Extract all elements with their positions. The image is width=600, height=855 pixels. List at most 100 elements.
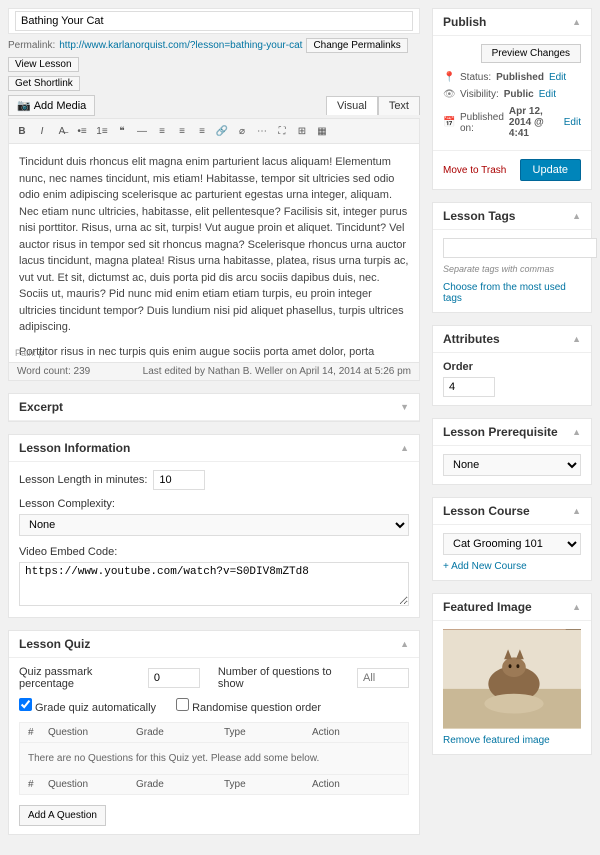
distraction-free-icon[interactable]: ⊞: [293, 122, 311, 140]
view-lesson-button[interactable]: View Lesson: [8, 57, 79, 72]
lesson-quiz-toggle[interactable]: Lesson Quiz ▲: [9, 631, 419, 658]
grade-auto-checkbox[interactable]: [19, 698, 32, 711]
featured-image-thumb[interactable]: [443, 629, 581, 729]
toolbar-toggle-icon[interactable]: ▦: [313, 122, 331, 140]
publish-title: Publish: [443, 15, 486, 29]
get-shortlink-button[interactable]: Get Shortlink: [8, 76, 80, 91]
last-edited: Last edited by Nathan B. Weller on April…: [143, 366, 411, 377]
quiz-table-header: # Question Grade Type Action: [20, 723, 408, 743]
change-permalinks-button[interactable]: Change Permalinks: [306, 38, 407, 53]
remove-featured-link[interactable]: Remove featured image: [443, 735, 581, 746]
title-input-wrap: [8, 8, 420, 34]
editor-path: Path: p: [9, 345, 50, 363]
align-left-icon[interactable]: ≡: [153, 122, 171, 140]
featured-image-title: Featured Image: [443, 600, 532, 614]
status-value: Published: [496, 72, 544, 83]
preview-changes-button[interactable]: Preview Changes: [481, 44, 581, 63]
prereq-toggle[interactable]: Lesson Prerequisite ▲: [433, 419, 591, 446]
camera-icon: 📷: [17, 99, 31, 112]
editor-statusbar: Word count: 239 Last edited by Nathan B.…: [8, 363, 420, 381]
tab-text[interactable]: Text: [378, 96, 420, 115]
align-right-icon[interactable]: ≡: [193, 122, 211, 140]
quiz-num-label: Number of questions to show: [218, 666, 351, 690]
add-question-button[interactable]: Add A Question: [19, 805, 106, 826]
tag-input[interactable]: [443, 238, 597, 258]
lesson-info-toggle[interactable]: Lesson Information ▲: [9, 435, 419, 462]
hr-icon[interactable]: —: [133, 122, 151, 140]
chevron-up-icon: ▲: [400, 443, 409, 453]
lesson-tags-toggle[interactable]: Lesson Tags ▲: [433, 203, 591, 230]
chevron-up-icon: ▲: [572, 334, 581, 344]
randomise-checkbox[interactable]: [176, 698, 189, 711]
chevron-up-icon: ▲: [400, 639, 409, 649]
post-title-input[interactable]: [15, 11, 413, 31]
add-course-link[interactable]: + Add New Course: [443, 561, 581, 572]
fullscreen-icon[interactable]: ⛶: [273, 122, 291, 140]
eye-icon: 👁: [443, 89, 455, 100]
video-embed-input[interactable]: https://www.youtube.com/watch?v=S0DIV8mZ…: [19, 562, 409, 606]
excerpt-title: Excerpt: [19, 400, 63, 414]
prereq-select[interactable]: None: [443, 454, 581, 476]
permalink-url[interactable]: http://www.karlanorquist.com/?lesson=bat…: [59, 40, 302, 51]
content-p2: Porttitor risus in nec turpis quis enim …: [19, 344, 409, 364]
visibility-value: Public: [504, 89, 534, 100]
cat-image-icon: [443, 629, 581, 729]
content-editor[interactable]: Tincidunt duis rhoncus elit magna enim p…: [8, 143, 420, 363]
align-center-icon[interactable]: ≡: [173, 122, 191, 140]
lesson-complexity-label: Lesson Complexity:: [19, 498, 115, 510]
content-p1: Tincidunt duis rhoncus elit magna enim p…: [19, 154, 409, 336]
tab-visual[interactable]: Visual: [326, 96, 378, 115]
tag-help: Separate tags with commas: [443, 264, 581, 274]
excerpt-toggle[interactable]: Excerpt ▼: [9, 394, 419, 421]
ol-icon[interactable]: 1≡: [93, 122, 111, 140]
chevron-up-icon: ▲: [572, 506, 581, 516]
course-title: Lesson Course: [443, 504, 530, 518]
video-embed-label: Video Embed Code:: [19, 546, 117, 558]
quiz-num-input[interactable]: [357, 668, 409, 688]
unlink-icon[interactable]: ⌀: [233, 122, 251, 140]
grade-auto-checkbox-label[interactable]: Grade quiz automatically: [19, 698, 156, 714]
pin-icon: 📍: [443, 72, 455, 83]
attributes-toggle[interactable]: Attributes ▲: [433, 326, 591, 353]
italic-icon[interactable]: I: [33, 122, 51, 140]
lesson-length-input[interactable]: [153, 470, 205, 490]
lesson-complexity-select[interactable]: None: [19, 514, 409, 536]
quiz-empty-msg: There are no Questions for this Quiz yet…: [20, 743, 408, 774]
quiz-passmark-input[interactable]: [148, 668, 200, 688]
lesson-tags-title: Lesson Tags: [443, 209, 515, 223]
link-icon[interactable]: 🔗: [213, 122, 231, 140]
choose-tags-link[interactable]: Choose from the most used tags: [443, 282, 581, 304]
quiz-table-footer: # Question Grade Type Action: [20, 774, 408, 794]
attributes-title: Attributes: [443, 332, 500, 346]
editor-toolbar: B I A̶ •≡ 1≡ ❝ — ≡ ≡ ≡ 🔗 ⌀ ⋯ ⛶ ⊞ ▦: [8, 118, 420, 143]
permalink-row: Permalink: http://www.karlanorquist.com/…: [8, 38, 420, 72]
chevron-up-icon: ▲: [572, 602, 581, 612]
course-select[interactable]: Cat Grooming 101: [443, 533, 581, 555]
chevron-up-icon: ▲: [572, 211, 581, 221]
edit-visibility-link[interactable]: Edit: [539, 89, 556, 100]
permalink-label: Permalink:: [8, 40, 55, 51]
quote-icon[interactable]: ❝: [113, 122, 131, 140]
more-icon[interactable]: ⋯: [253, 122, 271, 140]
chevron-up-icon: ▲: [572, 17, 581, 27]
lesson-quiz-title: Lesson Quiz: [19, 637, 90, 651]
order-label: Order: [443, 361, 473, 373]
course-toggle[interactable]: Lesson Course ▲: [433, 498, 591, 525]
edit-date-link[interactable]: Edit: [564, 117, 581, 128]
edit-status-link[interactable]: Edit: [549, 72, 566, 83]
add-media-label: Add Media: [34, 100, 87, 112]
chevron-up-icon: ▲: [572, 427, 581, 437]
add-media-button[interactable]: 📷 Add Media: [8, 95, 95, 116]
strike-icon[interactable]: A̶: [53, 122, 71, 140]
move-to-trash-link[interactable]: Move to Trash: [443, 165, 506, 176]
featured-image-toggle[interactable]: Featured Image ▲: [433, 594, 591, 621]
published-date: Apr 12, 2014 @ 4:41: [509, 106, 559, 139]
publish-toggle[interactable]: Publish ▲: [433, 9, 591, 36]
bold-icon[interactable]: B: [13, 122, 31, 140]
order-input[interactable]: [443, 377, 495, 397]
prereq-title: Lesson Prerequisite: [443, 425, 558, 439]
lesson-length-label: Lesson Length in minutes:: [19, 474, 147, 486]
randomise-checkbox-label[interactable]: Randomise question order: [176, 698, 321, 714]
ul-icon[interactable]: •≡: [73, 122, 91, 140]
update-button[interactable]: Update: [520, 159, 581, 181]
